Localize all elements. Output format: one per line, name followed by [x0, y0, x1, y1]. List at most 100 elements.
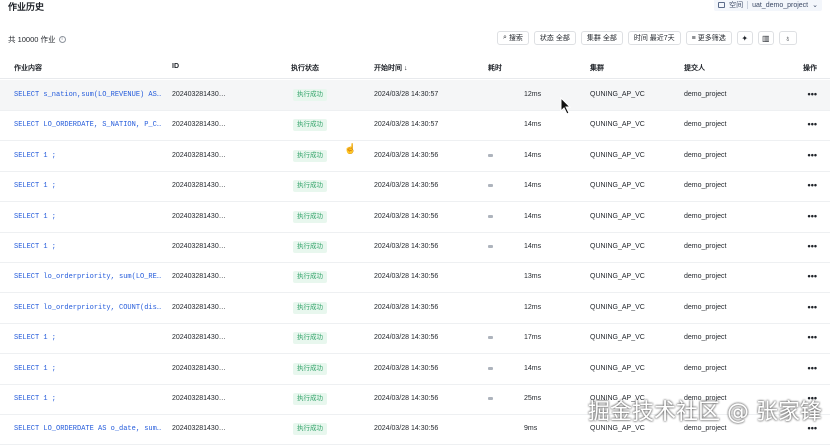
table-row[interactable]: SELECT 1 ; 202403281430… 执行成功 2024/03/28 14… — [0, 232, 830, 263]
start-time: 2024/03/28 14:30:56 — [374, 364, 439, 372]
duration: 17ms — [524, 334, 542, 342]
status-filter[interactable]: 状态 全部 — [533, 31, 576, 45]
job-id: 202403281430… — [172, 273, 226, 281]
cluster-filter-label: 集群 全部 — [586, 35, 617, 42]
duration: 12ms — [524, 91, 542, 98]
duration: 9ms — [524, 425, 538, 433]
table-row[interactable]: SELECT 1 ; 202403281430… 执行成功 2024/03/28 14… — [0, 202, 830, 233]
cluster-name: QUNING_AP_VC — [590, 334, 645, 342]
job-id: 202403281430… — [172, 212, 226, 220]
col-start-time[interactable]: 开始时间 ↓ — [374, 63, 407, 73]
job-id: 202403281430… — [172, 91, 226, 98]
duration: 14ms — [524, 182, 542, 190]
job-id: 202403281430… — [172, 334, 226, 342]
more-icon[interactable]: ••• — [808, 119, 817, 129]
status-badge: 执行成功 — [293, 362, 327, 375]
pin-button[interactable]: ✦ — [736, 31, 753, 45]
settings-button[interactable]: ♁ — [778, 31, 797, 45]
job-count: 共 10000 作业 i — [8, 34, 66, 45]
table-row[interactable]: SELECT LO_ORDERDATE, S_NATION, P_C… 20240… — [0, 110, 830, 142]
more-icon[interactable]: ••• — [808, 332, 817, 342]
table-row[interactable]: SELECT lo_orderpriority, COUNT(dis… 20240… — [0, 293, 830, 324]
table-row[interactable]: SELECT 1 ; 202403281430… 执行成功 2024/03/28 14… — [0, 171, 830, 203]
duration-bar — [488, 153, 493, 157]
start-time: 2024/03/28 14:30:56 — [374, 425, 439, 433]
submitter: demo_project — [684, 151, 727, 159]
sql-content[interactable]: SELECT 1 ; — [14, 365, 56, 373]
duration: 14ms — [524, 151, 542, 159]
start-time: 2024/03/28 14:30:56 — [374, 151, 439, 159]
cluster-name: QUNING_AP_VC — [590, 121, 645, 129]
more-icon[interactable]: ••• — [808, 302, 817, 312]
sql-content[interactable]: SELECT 1 ; — [14, 152, 56, 160]
col-content: 作业内容 — [14, 65, 42, 72]
submitter: demo_project — [684, 91, 727, 98]
cluster-name: QUNING_AP_VC — [590, 273, 645, 281]
divider — [747, 1, 749, 9]
sql-content[interactable]: SELECT s_nation,sum(LO_REVENUE) AS… — [14, 91, 161, 99]
table-header: 作业内容 ID 执行状态 开始时间 ↓ 耗时 集群 提交人 操作 — [0, 56, 830, 79]
more-icon[interactable]: ••• — [808, 211, 817, 221]
sql-content[interactable]: SELECT lo_orderpriority, sum(LO_RE… — [14, 273, 161, 281]
sql-content[interactable]: SELECT 1 ; — [14, 182, 56, 190]
table-row[interactable]: SELECT 1 ; 202403281430… 执行成功 2024/03/28 14… — [0, 141, 830, 172]
start-time: 2024/03/28 14:30:56 — [374, 273, 439, 281]
col-action: 操作 — [803, 65, 817, 72]
more-icon[interactable]: ••• — [808, 271, 817, 281]
workspace-label: 空间 — [729, 2, 744, 9]
columns-button[interactable]: ▥ — [757, 31, 774, 45]
more-icon[interactable]: ••• — [808, 180, 817, 190]
col-duration: 耗时 — [488, 65, 502, 72]
status-badge: 执行成功 — [293, 241, 327, 253]
more-icon[interactable]: ••• — [808, 89, 817, 99]
status-badge: 执行成功 — [293, 119, 327, 132]
table-row[interactable]: SELECT 1 ; 202403281430… 执行成功 2024/03/28 14… — [0, 323, 830, 355]
sql-content[interactable]: SELECT lo_orderpriority, COUNT(dis… — [14, 304, 161, 312]
job-id: 202403281430… — [172, 425, 226, 433]
sql-content[interactable]: SELECT 1 ; — [14, 334, 56, 342]
status-badge: 执行成功 — [293, 301, 327, 314]
submitter: demo_project — [684, 212, 727, 220]
more-icon[interactable]: ••• — [808, 241, 817, 251]
duration-bar — [488, 336, 493, 340]
sql-content[interactable]: SELECT 1 ; — [14, 395, 56, 403]
submitter: demo_project — [684, 364, 727, 372]
duration: 25ms — [524, 395, 542, 402]
col-id: ID — [172, 63, 179, 70]
cluster-filter[interactable]: 集群 全部 — [580, 31, 623, 45]
cluster-name: QUNING_AP_VC — [590, 151, 645, 159]
submitter: demo_project — [684, 182, 727, 190]
submitter: demo_project — [684, 273, 727, 281]
status-badge: 执行成功 — [293, 210, 327, 223]
status-badge: 执行成功 — [293, 393, 327, 405]
filter-icon: ≡ — [691, 34, 696, 42]
search-button[interactable]: ⌕ 搜索 — [497, 31, 529, 45]
cluster-name: QUNING_AP_VC — [590, 303, 645, 311]
more-filters-button[interactable]: ≡ 更多筛选 — [685, 31, 732, 45]
job-id: 202403281430… — [172, 303, 226, 311]
more-icon[interactable]: ••• — [808, 363, 817, 373]
sql-content[interactable]: SELECT LO_ORDERDATE, S_NATION, P_C… — [14, 121, 161, 129]
col-cluster: 集群 — [590, 65, 604, 72]
more-filters-label: 更多筛选 — [697, 35, 726, 42]
submitter: demo_project — [684, 303, 727, 311]
workspace-name: uat_demo_project — [752, 1, 809, 9]
status-badge: 执行成功 — [293, 89, 327, 101]
job-id: 202403281430… — [172, 243, 226, 250]
more-icon[interactable]: ••• — [808, 150, 817, 160]
table-row[interactable]: SELECT 1 ; 202403281430… 执行成功 2024/03/28 14… — [0, 354, 830, 385]
workspace-selector[interactable]: 空间 uat_demo_project ⌄ — [714, 0, 822, 11]
job-id: 202403281430… — [172, 151, 226, 159]
search-label: 搜索 — [508, 35, 523, 42]
table-row[interactable]: SELECT lo_orderpriority, sum(LO_RE… 20240… — [0, 262, 830, 294]
submitter: demo_project — [684, 334, 727, 342]
watermark: 掘金技术社区 @ 张家锋 — [588, 400, 822, 425]
sql-content[interactable]: SELECT LO_ORDERDATE AS o_date, sum… — [14, 425, 161, 433]
table-row[interactable]: SELECT s_nation,sum(LO_REVENUE) AS… 20240… — [0, 80, 830, 111]
time-filter[interactable]: 时间 最近7天 — [627, 31, 681, 45]
sql-content[interactable]: SELECT 1 ; — [14, 213, 56, 221]
duration: 14ms — [524, 121, 542, 129]
sql-content[interactable]: SELECT 1 ; — [14, 243, 56, 251]
job-id: 202403281430… — [172, 395, 226, 402]
info-icon[interactable]: i — [58, 36, 66, 43]
